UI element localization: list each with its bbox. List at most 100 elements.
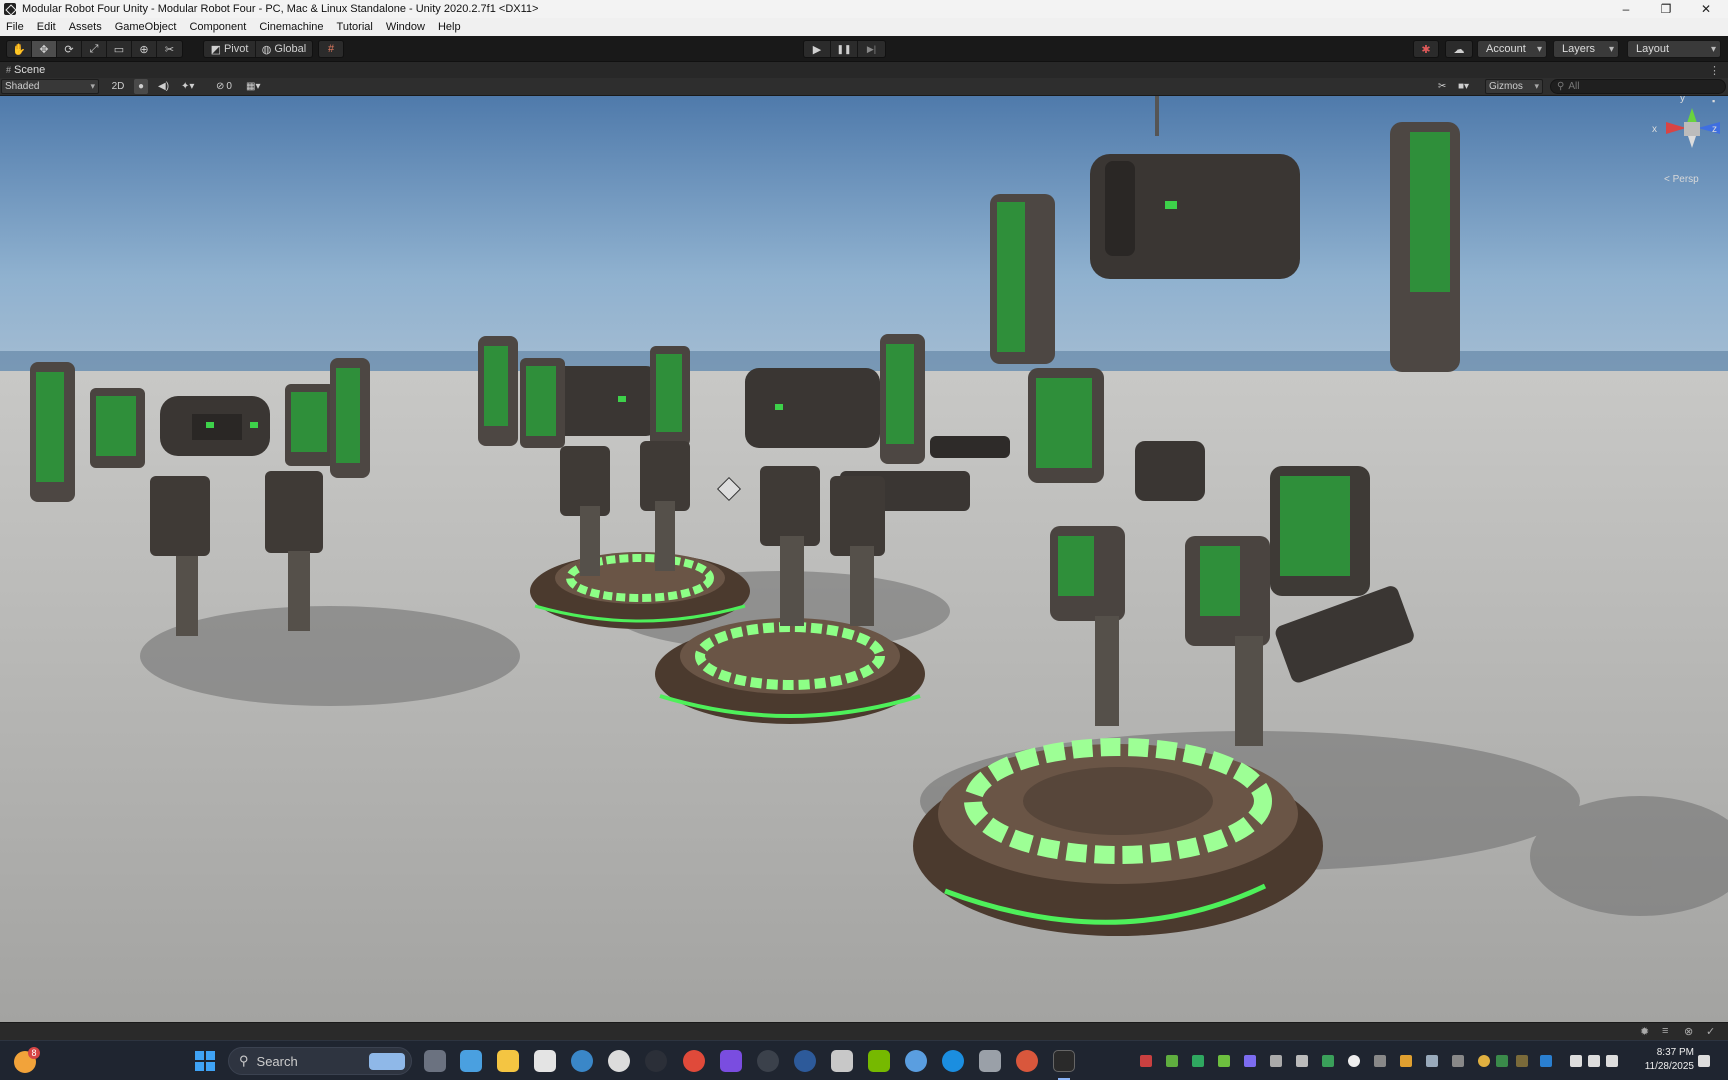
obs-icon[interactable] [757, 1050, 779, 1072]
unity-taskbar-icon[interactable] [1053, 1050, 1075, 1072]
hand-icon[interactable]: ✋ [7, 41, 32, 57]
tray-k-icon[interactable] [1192, 1055, 1204, 1067]
check-icon[interactable]: ✓ [1706, 1025, 1715, 1038]
app-dark-icon[interactable] [645, 1050, 667, 1072]
tray-pen-icon[interactable] [1400, 1055, 1412, 1067]
globe-app-icon[interactable] [905, 1050, 927, 1072]
effects-icon[interactable]: ✦▾ [181, 79, 194, 94]
scene-grid-icon: # [6, 65, 12, 75]
teams-icon[interactable] [1244, 1055, 1256, 1067]
chrome-icon[interactable] [683, 1050, 705, 1072]
pause-button[interactable]: ❚❚ [831, 41, 858, 57]
status-bar: ✹ ≡ ⊗ ✓ [0, 1022, 1728, 1040]
tools-icon[interactable]: ✂ [1438, 79, 1446, 94]
rotate-icon[interactable]: ⟳ [57, 41, 82, 57]
task-view-icon[interactable] [424, 1050, 446, 1072]
taskbar: 8 ⚲ Search 8:37 PM 11/28/2025 [0, 1040, 1728, 1080]
audio-icon[interactable]: ◀) [158, 79, 169, 94]
clock-date: 11/28/2025 [1644, 1061, 1694, 1072]
play-button[interactable]: ▶ [804, 41, 831, 57]
tray-cpu-icon[interactable] [1426, 1055, 1438, 1067]
snipping-icon[interactable] [831, 1050, 853, 1072]
nvidia-icon[interactable] [868, 1050, 890, 1072]
tray-box-icon[interactable] [1516, 1055, 1528, 1067]
progress-icon[interactable]: ⊗ [1684, 1025, 1693, 1038]
tray-arrow-icon[interactable] [1270, 1055, 1282, 1067]
global-button[interactable]: ◍ Global [256, 41, 312, 57]
menu-help[interactable]: Help [438, 21, 461, 33]
collab-icon[interactable]: ✱ [1414, 41, 1438, 57]
volume-icon[interactable] [1588, 1055, 1600, 1067]
tab-scene[interactable]: # Scene [6, 64, 45, 76]
tray-bag-icon[interactable] [1452, 1055, 1464, 1067]
scene-search-input[interactable]: ⚲ All [1550, 79, 1726, 94]
menu-window[interactable]: Window [386, 21, 425, 33]
menu-edit[interactable]: Edit [37, 21, 56, 33]
bug-icon[interactable]: ✹ [1640, 1025, 1649, 1038]
taskbar-search-input[interactable]: ⚲ Search [228, 1047, 412, 1075]
layers-dropdown[interactable]: Layers [1553, 40, 1619, 58]
battery-icon[interactable] [1606, 1055, 1618, 1067]
menu-cinemachine[interactable]: Cinemachine [259, 21, 323, 33]
account-dropdown[interactable]: Account [1477, 40, 1547, 58]
tray-green-icon[interactable] [1322, 1055, 1334, 1067]
window-title: Modular Robot Four Unity - Modular Robot… [22, 3, 539, 15]
minimize-button[interactable]: – [1606, 0, 1646, 18]
edge-icon[interactable] [942, 1050, 964, 1072]
tray-yellow-icon[interactable] [1478, 1055, 1490, 1067]
maximize-button[interactable]: ❐ [1646, 0, 1686, 18]
scene-viewport[interactable]: y x z ▪ [0, 96, 1728, 1022]
gizmos-dropdown[interactable]: Gizmos [1485, 79, 1543, 94]
lock-icon[interactable]: ▪ [1712, 96, 1715, 106]
tray-app-icon[interactable] [1140, 1055, 1152, 1067]
file-explorer-icon[interactable] [497, 1050, 519, 1072]
menu-assets[interactable]: Assets [69, 21, 102, 33]
alien-icon[interactable] [608, 1050, 630, 1072]
device-icon[interactable] [979, 1050, 1001, 1072]
tray-a-icon[interactable] [1218, 1055, 1230, 1067]
browser-icon[interactable] [571, 1050, 593, 1072]
step-button[interactable]: ▶| [858, 41, 885, 57]
close-button[interactable]: ✕ [1686, 0, 1726, 18]
scene-search-placeholder: All [1568, 81, 1580, 92]
store-icon[interactable] [534, 1050, 556, 1072]
cloud-icon[interactable]: ☁ [1446, 41, 1472, 57]
layout-dropdown[interactable]: Layout [1627, 40, 1721, 58]
menu-file[interactable]: File [6, 21, 24, 33]
unity-icon [4, 3, 16, 15]
menu-gameobject[interactable]: GameObject [115, 21, 177, 33]
wifi-icon[interactable] [1570, 1055, 1582, 1067]
copilot-icon[interactable] [460, 1050, 482, 1072]
toggle-2d-button[interactable]: 2D [110, 79, 126, 94]
notification-bell-icon[interactable] [1698, 1055, 1710, 1067]
shading-mode-dropdown[interactable]: Shaded [1, 79, 99, 94]
tray-shield-icon[interactable] [1496, 1055, 1508, 1067]
clock-time: 8:37 PM [1656, 1047, 1694, 1058]
clapper-icon[interactable] [720, 1050, 742, 1072]
custom-tool-icon[interactable]: ✂ [157, 41, 182, 57]
windows-start-icon[interactable] [195, 1051, 215, 1071]
tray-g-icon[interactable] [1348, 1055, 1360, 1067]
tray-sync-icon[interactable] [1540, 1055, 1552, 1067]
hidden-objects-icon[interactable]: ⊘ 0 [216, 79, 232, 94]
grid-snap-icon[interactable]: # [319, 41, 343, 57]
tray-cube-icon[interactable] [1296, 1055, 1308, 1067]
steam-icon[interactable] [794, 1050, 816, 1072]
stack-icon[interactable]: ≡ [1662, 1025, 1668, 1037]
tray-cloud-icon[interactable] [1374, 1055, 1386, 1067]
scale-icon[interactable]: ⤢ [82, 41, 107, 57]
camera-icon[interactable]: ■▾ [1458, 79, 1469, 94]
transform-icon[interactable]: ⊕ [132, 41, 157, 57]
lighting-icon[interactable]: ● [134, 79, 148, 94]
xbox-icon[interactable] [1166, 1055, 1178, 1067]
rect-icon[interactable]: ▭ [107, 41, 132, 57]
perspective-label[interactable]: < Persp [1664, 174, 1699, 185]
chrome-alt-icon[interactable] [1016, 1050, 1038, 1072]
tab-menu-icon[interactable]: ⋮ [1709, 64, 1720, 77]
menu-tutorial[interactable]: Tutorial [337, 21, 373, 33]
menu-component[interactable]: Component [189, 21, 246, 33]
pivot-button[interactable]: ◩ Pivot [204, 41, 256, 57]
clock[interactable]: 8:37 PM 11/28/2025 [1645, 1046, 1694, 1074]
move-icon[interactable]: ✥ [32, 41, 57, 57]
grid-toggle-icon[interactable]: ▦▾ [246, 79, 260, 94]
